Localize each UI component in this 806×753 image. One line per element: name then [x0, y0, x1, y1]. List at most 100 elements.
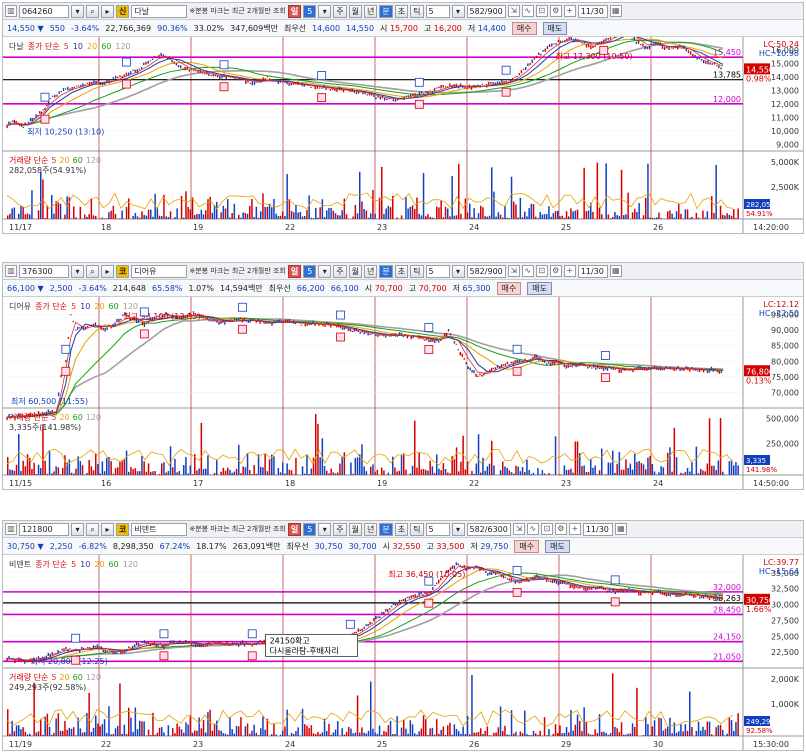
pattern-icon[interactable]: ∿ — [521, 265, 534, 277]
tab-year[interactable]: 년 — [364, 522, 378, 536]
volume-bar — [675, 211, 678, 219]
gear-icon[interactable]: ⚙ — [549, 5, 562, 17]
interval-select-button[interactable]: ▾ — [451, 4, 465, 18]
code-dropdown-button[interactable]: ▾ — [71, 264, 84, 278]
tab-day[interactable]: 일 — [287, 522, 302, 536]
volume-bar — [631, 469, 634, 475]
chart-icon[interactable]: ▥ — [5, 523, 17, 535]
tab-interval[interactable]: 5 — [303, 4, 317, 18]
buy-button[interactable]: 매수 — [514, 539, 540, 553]
tab-second[interactable]: 초 — [394, 4, 409, 18]
buy-button[interactable]: 매수 — [496, 281, 522, 295]
price-candle — [245, 642, 248, 644]
interval-input[interactable]: 5 — [425, 4, 450, 18]
search-icon[interactable]: ⌕ — [86, 4, 99, 18]
lock-icon[interactable]: ⊡ — [535, 265, 548, 277]
volume-bar — [200, 422, 203, 475]
volume-bar — [623, 734, 625, 736]
stock-name-field[interactable]: 디어유 — [131, 264, 188, 278]
code-dropdown-button[interactable]: ▾ — [71, 522, 84, 536]
price-candle — [449, 333, 452, 336]
volume-bar — [585, 472, 588, 475]
tab-minute[interactable]: 분 — [379, 264, 393, 278]
tab-day[interactable]: 일 — [287, 264, 302, 278]
interval-input[interactable]: 5 — [425, 264, 450, 278]
search-icon[interactable]: ⌕ — [86, 264, 99, 278]
calendar-icon[interactable]: ▦ — [609, 5, 622, 17]
tab-second[interactable]: 초 — [394, 522, 409, 536]
interval-dropdown[interactable]: ▾ — [318, 4, 332, 18]
tab-week[interactable]: 주 — [333, 4, 347, 18]
buy-button[interactable]: 매수 — [511, 21, 537, 35]
sell-signal-marker — [121, 57, 131, 67]
add-icon[interactable]: + — [568, 523, 581, 535]
price-candle — [264, 78, 267, 81]
lock-icon[interactable]: ⊡ — [535, 5, 548, 17]
date-input[interactable]: 11/30 — [582, 522, 613, 536]
tab-tick[interactable]: 틱 — [410, 522, 424, 536]
interval-dropdown[interactable]: ▾ — [318, 264, 332, 278]
interval-dropdown[interactable]: ▾ — [318, 522, 332, 536]
sell-button[interactable]: 매도 — [527, 281, 552, 295]
volume-bar — [88, 459, 90, 475]
tab-interval[interactable]: 5 — [303, 264, 317, 278]
add-icon[interactable]: + — [563, 5, 576, 17]
add-icon[interactable]: + — [563, 265, 576, 277]
sell-button[interactable]: 매도 — [545, 539, 570, 553]
price-candle — [606, 590, 609, 593]
volume-bar — [361, 727, 363, 736]
cross-arrows-icon[interactable]: ⇲ — [507, 5, 520, 17]
calendar-icon[interactable]: ▦ — [609, 265, 622, 277]
tab-minute[interactable]: 분 — [379, 4, 393, 18]
pattern-icon[interactable]: ∿ — [526, 523, 539, 535]
date-input[interactable]: 11/30 — [577, 4, 608, 18]
cross-arrows-icon[interactable]: ⇲ — [507, 265, 520, 277]
lock-icon[interactable]: ⊡ — [540, 523, 553, 535]
tab-second[interactable]: 초 — [394, 264, 409, 278]
cross-arrows-icon[interactable]: ⇲ — [512, 523, 525, 535]
stock-code-input[interactable]: 376300 — [19, 264, 69, 278]
stock-code-input[interactable]: 064260 — [19, 4, 69, 18]
volume-current-pct: 92.58% — [746, 727, 773, 735]
price-candle — [479, 567, 481, 571]
volume-bar — [323, 718, 326, 736]
tab-year[interactable]: 년 — [364, 264, 378, 278]
chart-icon[interactable]: ▥ — [5, 265, 17, 277]
tab-week[interactable]: 주 — [333, 264, 347, 278]
gear-icon[interactable]: ⚙ — [549, 265, 562, 277]
volume-bar — [95, 715, 97, 736]
pattern-icon[interactable]: ∿ — [521, 5, 534, 17]
tab-minute[interactable]: 분 — [379, 522, 393, 536]
stock-name-field[interactable]: 다날 — [131, 4, 188, 18]
stock-name-field[interactable]: 비덴트 — [131, 522, 188, 536]
gear-icon[interactable]: ⚙ — [554, 523, 567, 535]
prev-stock-button[interactable]: ▸ — [101, 522, 114, 536]
search-icon[interactable]: ⌕ — [86, 522, 99, 536]
tab-tick[interactable]: 틱 — [410, 264, 424, 278]
tab-month[interactable]: 월 — [348, 522, 362, 536]
sell-button[interactable]: 매도 — [542, 21, 568, 35]
chart-icon[interactable]: ▥ — [5, 5, 17, 17]
volume-bar — [473, 732, 475, 736]
tab-interval[interactable]: 5 — [303, 522, 317, 536]
tab-year[interactable]: 년 — [364, 4, 378, 18]
data-count-field[interactable]: 582/900 — [466, 264, 506, 278]
tab-tick[interactable]: 틱 — [410, 4, 424, 18]
interval-select-button[interactable]: ▾ — [451, 522, 465, 536]
interval-select-button[interactable]: ▾ — [451, 264, 465, 278]
price-candle — [533, 58, 536, 60]
code-dropdown-button[interactable]: ▾ — [71, 4, 84, 18]
price-candle — [697, 370, 699, 372]
prev-stock-button[interactable]: ▸ — [101, 4, 114, 18]
date-input[interactable]: 11/30 — [577, 264, 608, 278]
tab-day[interactable]: 일 — [287, 4, 302, 18]
tab-month[interactable]: 월 — [348, 4, 362, 18]
stock-code-input[interactable]: 121800 — [19, 522, 69, 536]
prev-stock-button[interactable]: ▸ — [101, 264, 114, 278]
data-count-field[interactable]: 582/6300 — [466, 522, 511, 536]
calendar-icon[interactable]: ▦ — [614, 523, 627, 535]
data-count-field[interactable]: 582/900 — [466, 4, 506, 18]
tab-month[interactable]: 월 — [348, 264, 362, 278]
interval-input[interactable]: 5 — [425, 522, 450, 536]
tab-week[interactable]: 주 — [333, 522, 347, 536]
